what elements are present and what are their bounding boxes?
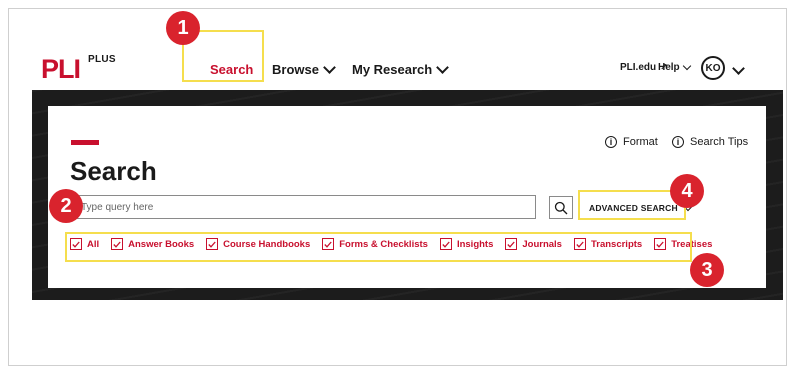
help-label: Help <box>658 62 680 73</box>
search-tips-link[interactable]: i Search Tips <box>672 136 748 148</box>
accent-dash <box>71 140 99 145</box>
annotation-badge-4: 4 <box>670 174 704 208</box>
format-label: Format <box>623 136 658 148</box>
annotation-badge-3: 3 <box>690 253 724 287</box>
info-icon: i <box>672 136 684 148</box>
search-icon <box>554 201 568 214</box>
page-title: Search <box>70 156 157 186</box>
chevron-down-icon <box>682 61 691 71</box>
pli-logo[interactable]: PLI <box>41 56 81 83</box>
highlight-box-filters <box>65 232 692 262</box>
annotation-badge-1: 1 <box>166 11 200 45</box>
search-button[interactable] <box>549 196 573 219</box>
search-input[interactable] <box>70 195 536 219</box>
format-link[interactable]: i Format <box>605 136 658 148</box>
nav-browse[interactable]: Browse <box>272 61 336 77</box>
avatar[interactable]: KO <box>701 56 725 80</box>
help-menu[interactable]: Help <box>658 61 691 73</box>
nav-browse-label: Browse <box>272 62 319 77</box>
chevron-down-icon <box>436 61 450 74</box>
annotation-badge-2: 2 <box>49 189 83 223</box>
pli-edu-label: PLI.edu <box>620 62 657 73</box>
logo-plus-label: PLUS <box>88 54 116 65</box>
nav-my-research[interactable]: My Research <box>352 61 450 77</box>
info-icon: i <box>605 136 617 148</box>
chevron-down-icon <box>323 61 336 74</box>
nav-my-research-label: My Research <box>352 62 433 77</box>
search-tips-label: Search Tips <box>690 136 749 148</box>
